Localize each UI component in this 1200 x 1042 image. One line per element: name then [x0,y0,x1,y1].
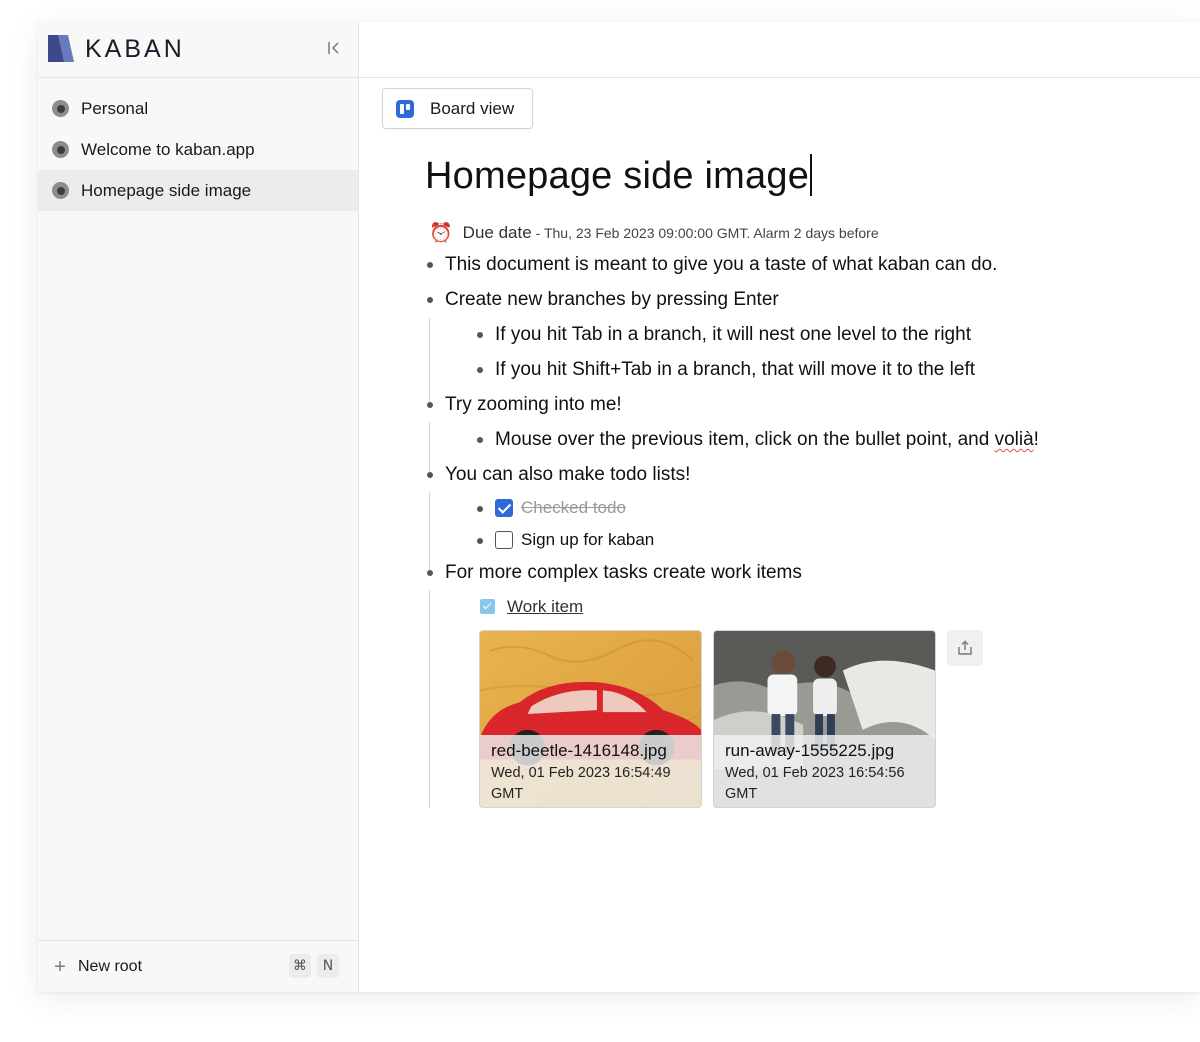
todo-item[interactable]: Checked todo [521,498,626,518]
attachment-filename: red-beetle-1416148.jpg [491,741,667,760]
attachment-card[interactable]: run-away-1555225.jpg Wed, 01 Feb 2023 16… [713,630,936,808]
bullet-point[interactable] [477,506,483,512]
sidebar-header: KABAN [38,22,358,78]
sidebar-item-welcome[interactable]: Welcome to kaban.app [38,129,358,170]
sidebar-item-label: Homepage side image [81,180,252,200]
bullet-point[interactable] [427,297,433,303]
collapse-sidebar-icon[interactable] [326,40,342,56]
shortcut-key-n: N [317,954,339,978]
attachment-meta: red-beetle-1416148.jpg Wed, 01 Feb 2023 … [480,735,701,807]
node-bullet-icon [52,182,69,199]
plus-icon: + [54,955,66,978]
attachment-date-line: Wed, 01 Feb 2023 16:54:49 [491,765,671,781]
board-view-button[interactable]: Board view [382,88,533,129]
sidebar-item-personal[interactable]: Personal [38,88,358,129]
bullet-point[interactable] [477,538,483,544]
todo-checkbox[interactable] [495,531,513,549]
shortcut-key-cmd: ⌘ [289,954,311,978]
misspelled-word: volià [994,429,1034,450]
brand-name: KABAN [85,35,185,63]
text-caret [810,154,813,196]
due-date-row[interactable]: ⏰ Due date - Thu, 23 Feb 2023 09:00:00 G… [429,221,879,245]
main-content: Board view Homepage side image ⏰ Due dat… [359,22,1200,992]
list-item[interactable]: Create new branches by pressing Enter [445,289,779,311]
share-icon [958,640,972,655]
nesting-guide [429,318,430,402]
list-item[interactable]: You can also make todo lists! [445,464,690,486]
bullet-point[interactable] [427,402,433,408]
todo-checkbox-checked[interactable] [495,499,513,517]
page-title-text: Homepage side image [425,155,810,197]
bullet-point[interactable] [427,570,433,576]
bullet-point[interactable] [427,262,433,268]
list-item[interactable]: This document is meant to give you a tas… [445,254,997,276]
list-item[interactable]: For more complex tasks create work items [445,562,802,584]
share-button[interactable] [947,630,983,666]
kaban-logo-icon [48,35,74,62]
sidebar-item-label: Welcome to kaban.app [81,139,255,159]
main-topbar [359,22,1200,78]
attachment-date: Wed, 01 Feb 2023 16:54:56 GMT [725,763,924,805]
bullet-point[interactable] [477,332,483,338]
due-date-label: Due date [462,223,532,242]
app-window: KABAN Personal Welcome to kaban.app Home… [38,22,1200,992]
attachment-card[interactable]: red-beetle-1416148.jpg Wed, 01 Feb 2023 … [479,630,702,808]
list-item[interactable]: If you hit Shift+Tab in a branch, that w… [495,359,975,381]
sidebar-nav: Personal Welcome to kaban.app Homepage s… [38,88,358,211]
attachment-date-line: GMT [491,786,524,802]
node-bullet-icon [52,100,69,117]
attachment-date: Wed, 01 Feb 2023 16:54:49 GMT [491,763,690,805]
bullet-point[interactable] [477,367,483,373]
list-item-text-end: ! [1033,429,1039,450]
todo-item[interactable]: Sign up for kaban [521,530,654,550]
work-item-icon [480,599,495,614]
board-view-icon [396,99,414,118]
sidebar-item-homepage-side-image[interactable]: Homepage side image [38,170,358,211]
new-root-button[interactable]: New root [78,958,142,976]
list-item[interactable]: If you hit Tab in a branch, it will nest… [495,324,971,346]
board-view-label: Board view [430,98,515,118]
list-item[interactable]: Try zooming into me! [445,394,622,416]
list-item[interactable]: Mouse over the previous item, click on t… [495,429,1039,451]
alarm-clock-icon: ⏰ [429,223,453,244]
due-date-value: - Thu, 23 Feb 2023 09:00:00 GMT. Alarm 2… [535,225,879,241]
nesting-guide [429,492,430,572]
sidebar: KABAN Personal Welcome to kaban.app Home… [38,22,359,992]
bullet-point[interactable] [477,437,483,443]
sidebar-footer: + New root ⌘ N [38,940,358,992]
attachment-meta: run-away-1555225.jpg Wed, 01 Feb 2023 16… [714,735,935,807]
page-title[interactable]: Homepage side image [425,154,813,198]
nesting-guide [429,422,430,472]
list-item-text: Mouse over the previous item, click on t… [495,429,995,450]
node-bullet-icon [52,141,69,158]
sidebar-item-label: Personal [81,98,149,118]
work-item-link[interactable]: Work item [507,597,583,617]
attachment-date-line: GMT [725,786,758,802]
attachment-date-line: Wed, 01 Feb 2023 16:54:56 [725,765,905,781]
attachment-filename: run-away-1555225.jpg [725,741,895,760]
nesting-guide [429,590,430,808]
bullet-point[interactable] [427,472,433,478]
